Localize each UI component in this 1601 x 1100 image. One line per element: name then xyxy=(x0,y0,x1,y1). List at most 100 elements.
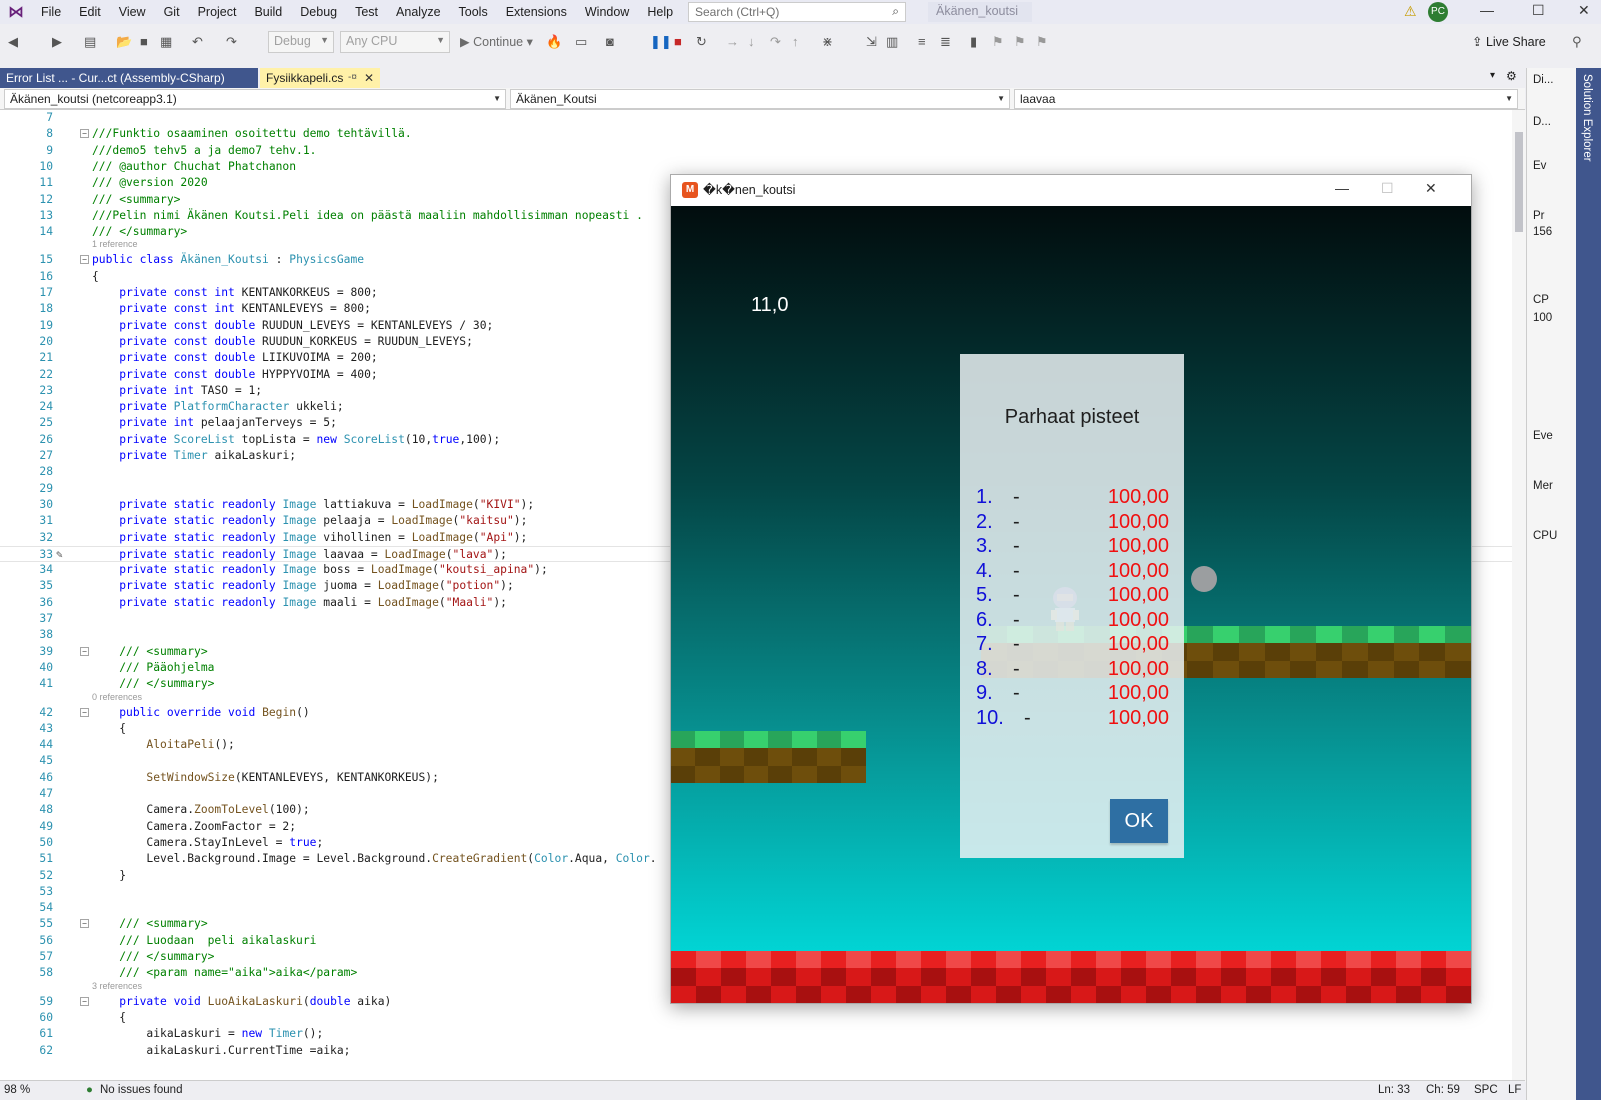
configuration-select[interactable]: Debug ▼ xyxy=(268,31,334,53)
scrollbar-thumb[interactable] xyxy=(1515,132,1523,232)
collapse-icon[interactable]: − xyxy=(80,919,89,929)
diagnostic-item[interactable]: Pr xyxy=(1533,210,1545,222)
restart-icon[interactable]: ↻ xyxy=(696,34,707,50)
whitespace-mode[interactable]: SPC xyxy=(1474,1084,1498,1096)
code-line[interactable]: 10 /// @author Chuchat Phatchanon xyxy=(0,159,1512,175)
issues-status[interactable]: No issues found xyxy=(100,1084,182,1096)
member-dropdown[interactable]: laavaa ▼ xyxy=(1014,89,1518,109)
diagnostic-item[interactable]: CP xyxy=(1533,294,1549,306)
stop-icon[interactable]: ■ xyxy=(674,34,682,49)
diagnostic-item[interactable]: 156 xyxy=(1533,226,1552,238)
line-ending[interactable]: LF xyxy=(1508,1084,1521,1096)
uncomment-icon[interactable]: ≣ xyxy=(940,34,951,50)
menu-item-build[interactable]: Build xyxy=(245,0,291,24)
collapse-icon[interactable]: − xyxy=(80,255,89,265)
bookmark-icon[interactable]: ▮ xyxy=(970,34,977,50)
pin-icon[interactable]: -¤ xyxy=(348,68,357,88)
step-out-icon[interactable]: ↑ xyxy=(792,34,799,49)
menu-item-project[interactable]: Project xyxy=(189,0,246,24)
settings-icon[interactable]: ⚙ xyxy=(1506,69,1517,83)
pause-icon[interactable]: ❚❚ xyxy=(650,34,672,50)
codelens-references[interactable]: 3 references xyxy=(92,981,142,991)
editor-scrollbar[interactable] xyxy=(1512,110,1526,1082)
save-all-icon[interactable]: ▦ xyxy=(160,34,172,50)
warning-icon[interactable]: ⚠ xyxy=(1404,3,1417,20)
minimize-icon[interactable]: — xyxy=(1480,2,1494,18)
menu-item-git[interactable]: Git xyxy=(155,0,189,24)
next-bookmark-icon[interactable]: ⚑ xyxy=(1014,34,1026,50)
step-over-icon[interactable]: ↷ xyxy=(770,34,781,50)
window-icon[interactable]: ▥ xyxy=(886,34,898,50)
menu-item-test[interactable]: Test xyxy=(346,0,387,24)
minimize-icon[interactable]: — xyxy=(1335,180,1349,196)
back-icon[interactable]: ◀ xyxy=(8,34,18,50)
quick-actions-icon[interactable]: ✎ xyxy=(56,547,63,563)
game-title-bar[interactable]: M �k�nen_koutsi — ☐ ✕ xyxy=(671,175,1471,205)
open-folder-icon[interactable]: 📂 xyxy=(116,34,132,50)
maximize-icon[interactable]: ☐ xyxy=(1532,2,1545,19)
diagnostic-item[interactable]: CPU xyxy=(1533,530,1557,542)
zoom-level[interactable]: 98 % xyxy=(4,1084,30,1096)
close-icon[interactable]: ✕ xyxy=(1578,2,1590,19)
undo-icon[interactable]: ↶ xyxy=(192,34,203,50)
line-position[interactable]: Ln: 33 xyxy=(1378,1084,1410,1096)
code-line[interactable]: 61 aikaLaskuri = new Timer(); xyxy=(0,1026,1512,1042)
project-dropdown[interactable]: Äkänen_koutsi (netcoreapp3.1) ▼ xyxy=(4,89,506,109)
column-position[interactable]: Ch: 59 xyxy=(1426,1084,1460,1096)
diagnostic-item[interactable]: Di... xyxy=(1533,74,1553,86)
clear-bookmarks-icon[interactable]: ⚑ xyxy=(1036,34,1048,50)
code-line[interactable]: 8 −///Funktio osaaminen osoitettu demo te… xyxy=(0,126,1512,142)
collapse-icon[interactable]: − xyxy=(80,996,89,1006)
tab-error-list[interactable]: Error List ... - Cur...ct (Assembly-CSha… xyxy=(0,68,258,88)
new-item-icon[interactable]: ▤ xyxy=(84,34,96,50)
prev-bookmark-icon[interactable]: ⚑ xyxy=(992,34,1004,50)
game-window[interactable]: M �k�nen_koutsi — ☐ ✕ 11,0 Parhaat piste… xyxy=(670,174,1472,1004)
step-into-icon[interactable]: ↓ xyxy=(748,34,755,49)
ok-button[interactable]: OK xyxy=(1110,799,1168,843)
close-icon[interactable]: ✕ xyxy=(1425,180,1437,197)
menu-item-help[interactable]: Help xyxy=(638,0,682,24)
tab-dropdown-icon[interactable]: ▾ xyxy=(1490,70,1495,81)
thread-icon[interactable]: ⋇ xyxy=(822,34,833,50)
code-line[interactable]: 9 ///demo5 tehv5 a ja demo7 tehv.1. xyxy=(0,143,1512,159)
diagnostic-item[interactable]: D... xyxy=(1533,116,1551,128)
menu-item-window[interactable]: Window xyxy=(576,0,638,24)
close-tab-icon[interactable]: ✕ xyxy=(364,68,374,88)
screenshot-icon[interactable]: ◙ xyxy=(606,34,614,49)
platform-select[interactable]: Any CPU ▼ xyxy=(340,31,450,53)
collapse-icon[interactable]: − xyxy=(80,646,89,656)
game-scene[interactable]: 11,0 Parhaat pisteet 1. -100,00 2. -100,00 3… xyxy=(671,206,1471,1003)
live-share-button[interactable]: ⇪ Live Share xyxy=(1472,34,1546,49)
menu-item-file[interactable]: File xyxy=(32,0,70,24)
maximize-icon[interactable]: ☐ xyxy=(1381,180,1394,197)
menu-item-tools[interactable]: Tools xyxy=(450,0,497,24)
save-icon[interactable]: ■ xyxy=(140,34,148,49)
collapse-icon[interactable]: − xyxy=(80,707,89,717)
menu-item-extensions[interactable]: Extensions xyxy=(497,0,576,24)
code-line[interactable]: 7 xyxy=(0,110,1512,126)
feedback-icon[interactable]: ⚲ xyxy=(1572,34,1582,50)
codelens-references[interactable]: 0 references xyxy=(92,692,142,702)
menu-item-view[interactable]: View xyxy=(110,0,155,24)
forward-icon[interactable]: ▶ xyxy=(52,34,62,50)
search-input[interactable]: Search (Ctrl+Q) ⌕ xyxy=(688,2,906,22)
hot-reload-icon[interactable]: 🔥 xyxy=(546,34,562,50)
code-line[interactable]: 60 { xyxy=(0,1010,1512,1026)
menu-item-edit[interactable]: Edit xyxy=(70,0,110,24)
continue-button[interactable]: ▶ Continue ▾ xyxy=(460,34,533,49)
code-line[interactable]: 62 aikaLaskuri.CurrentTime =aika; xyxy=(0,1043,1512,1059)
diagnostic-item[interactable]: Ev xyxy=(1533,160,1546,172)
redo-icon[interactable]: ↷ xyxy=(226,34,237,50)
solution-explorer-tab[interactable]: Solution Explorer xyxy=(1576,68,1601,1100)
show-next-statement-icon[interactable]: → xyxy=(726,34,739,49)
class-dropdown[interactable]: Äkänen_Koutsi ▼ xyxy=(510,89,1010,109)
diagnostic-item[interactable]: Eve xyxy=(1533,430,1553,442)
menu-item-analyze[interactable]: Analyze xyxy=(387,0,449,24)
comment-icon[interactable]: ≡ xyxy=(918,34,926,49)
collapse-icon[interactable]: − xyxy=(80,129,89,139)
visual-studio-logo-icon[interactable]: ⋈ xyxy=(0,0,32,24)
menu-item-debug[interactable]: Debug xyxy=(291,0,346,24)
diagnostic-item[interactable]: Mer xyxy=(1533,480,1553,492)
diagnostic-item[interactable]: 100 xyxy=(1533,312,1552,324)
toggle-icon[interactable]: ⇲ xyxy=(866,34,877,50)
